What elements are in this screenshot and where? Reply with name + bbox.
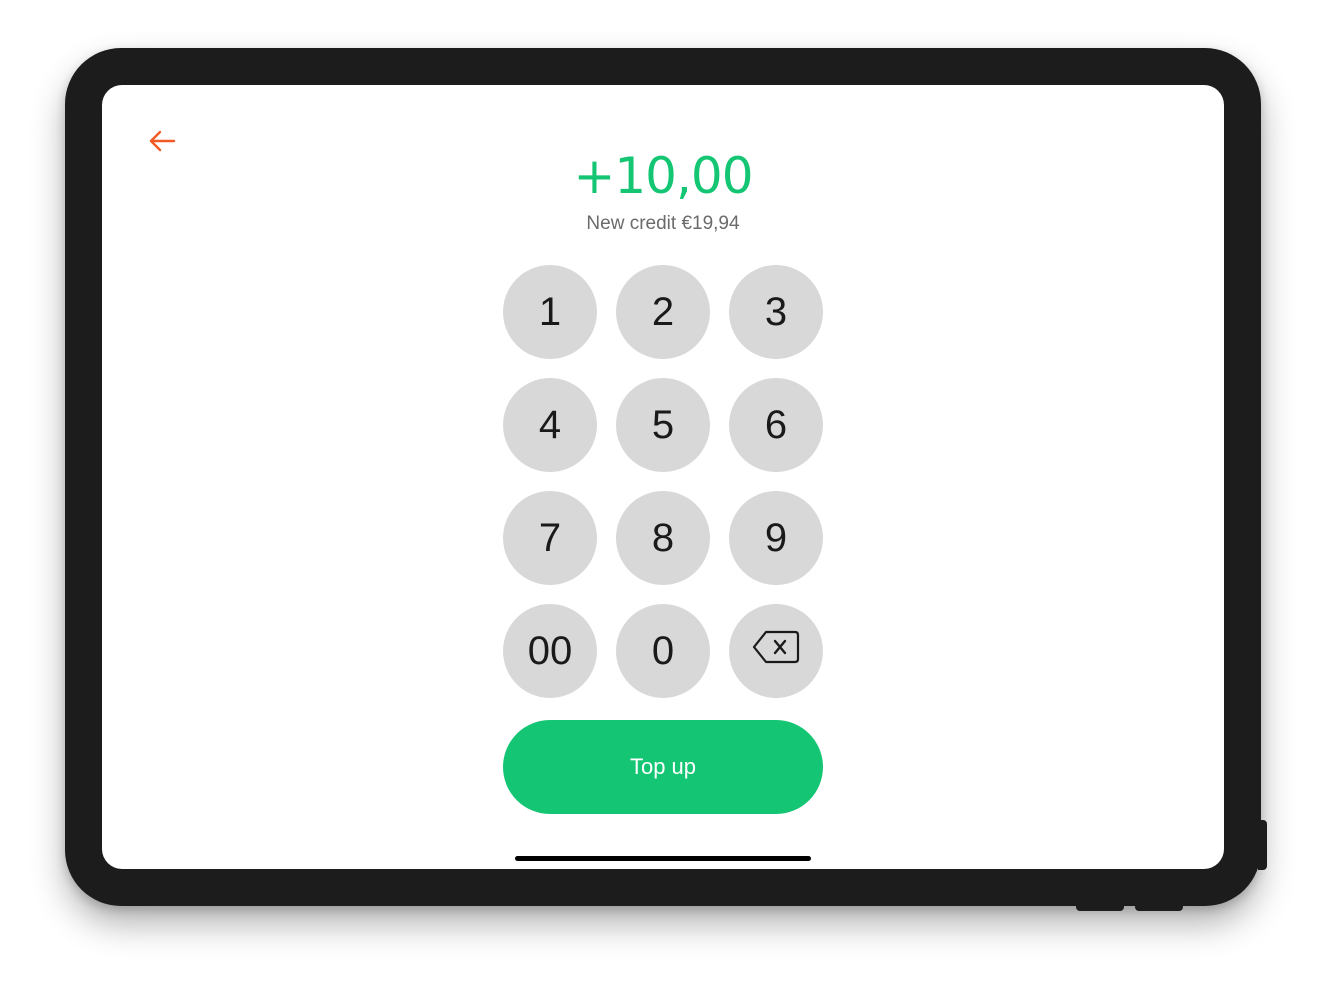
new-credit-label: New credit €19,94 xyxy=(586,213,740,234)
key-0[interactable]: 0 xyxy=(616,604,710,698)
volume-button xyxy=(1076,902,1124,911)
numeric-keypad: 1 2 3 4 5 6 7 8 9 00 0 xyxy=(503,265,823,698)
key-6[interactable]: 6 xyxy=(729,378,823,472)
side-button xyxy=(1258,820,1267,870)
key-8[interactable]: 8 xyxy=(616,491,710,585)
key-4[interactable]: 4 xyxy=(503,378,597,472)
stage: +10,00 New credit €19,94 1 2 3 4 5 6 7 8… xyxy=(0,0,1326,990)
topup-amount: +10,00 xyxy=(573,147,753,205)
key-9[interactable]: 9 xyxy=(729,491,823,585)
top-up-button[interactable]: Top up xyxy=(503,720,823,814)
key-3[interactable]: 3 xyxy=(729,265,823,359)
key-00[interactable]: 00 xyxy=(503,604,597,698)
home-indicator xyxy=(515,856,811,861)
key-2[interactable]: 2 xyxy=(616,265,710,359)
key-1[interactable]: 1 xyxy=(503,265,597,359)
screen: +10,00 New credit €19,94 1 2 3 4 5 6 7 8… xyxy=(102,85,1224,869)
backspace-button[interactable] xyxy=(729,604,823,698)
key-7[interactable]: 7 xyxy=(503,491,597,585)
key-5[interactable]: 5 xyxy=(616,378,710,472)
volume-button xyxy=(1135,902,1183,911)
backspace-icon xyxy=(752,629,800,674)
